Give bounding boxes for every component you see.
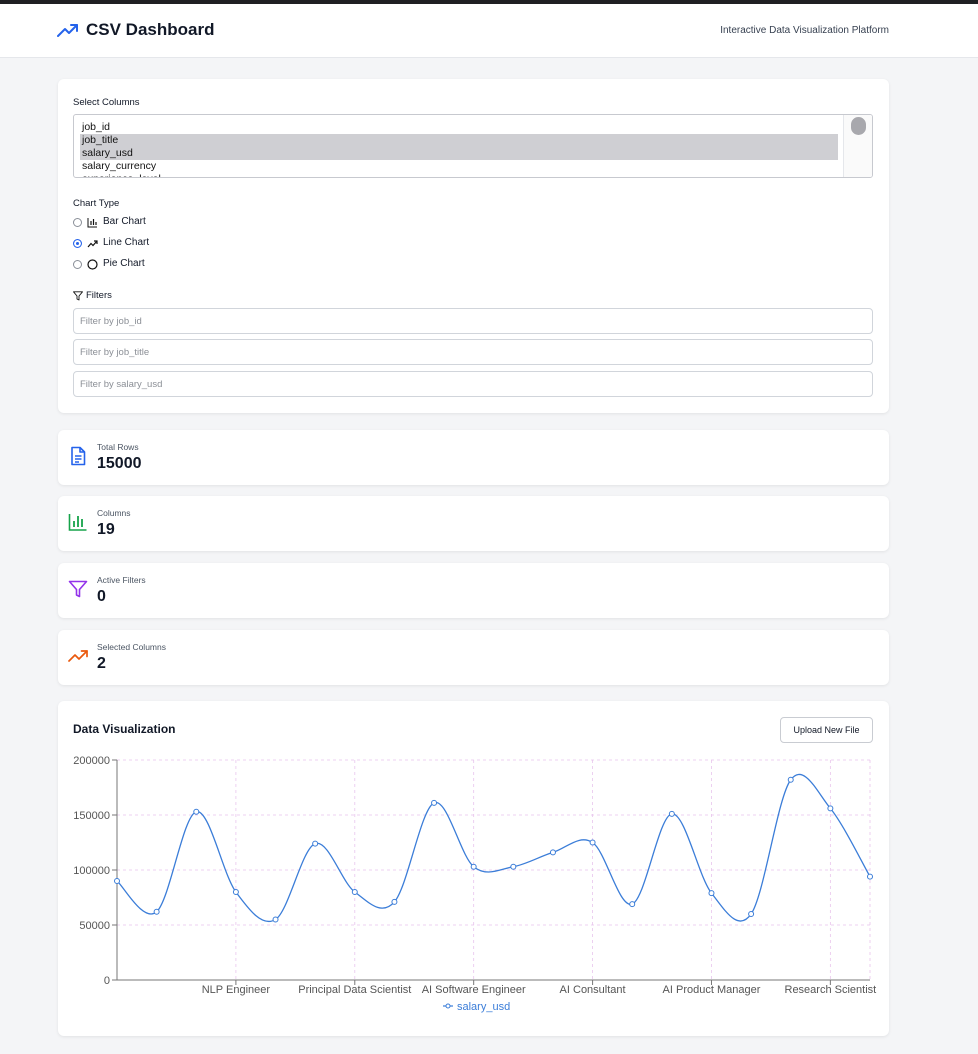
column-option-job-title[interactable]: job_title: [80, 134, 838, 147]
pie-chart-label: Pie Chart: [103, 258, 145, 269]
stat-value: 15000: [97, 455, 142, 472]
x-tick-label: NLP Engineer: [202, 984, 271, 996]
chart-type-label: Chart Type: [73, 198, 120, 209]
data-point: [312, 840, 319, 847]
y-tick-label: 0: [104, 975, 110, 987]
x-tick-label: Principal Data Scientist: [298, 984, 411, 996]
series-line-salary-usd: [116, 773, 871, 923]
file-text-icon: [71, 446, 86, 466]
data-point: [470, 863, 477, 870]
stat-label: Active Filters: [97, 575, 146, 585]
trending-up-icon: [68, 650, 88, 662]
bar-chart-label: Bar Chart: [103, 216, 146, 227]
data-point: [272, 916, 279, 923]
y-tick-label: 200000: [73, 755, 110, 767]
data-point: [153, 908, 160, 915]
x-tick-label: AI Software Engineer: [422, 984, 526, 996]
data-point: [549, 849, 556, 856]
chart-type-line-option[interactable]: Line Chart: [73, 237, 273, 251]
x-tick-label: AI Consultant: [560, 984, 626, 996]
app-header: CSV Dashboard Interactive Data Visualiza…: [0, 4, 978, 58]
trending-up-icon: [57, 24, 78, 37]
chart-type-bar-option[interactable]: Bar Chart: [73, 216, 273, 230]
data-point: [668, 810, 675, 817]
select-columns-label: Select Columns: [73, 97, 140, 108]
stat-label: Total Rows: [97, 442, 139, 452]
circle-icon: [87, 259, 98, 270]
stat-label: Columns: [97, 508, 131, 518]
controls-panel: Select Columns job_id job_title salary_u…: [58, 79, 889, 413]
trending-up-icon: [87, 240, 98, 248]
column-option-salary-currency[interactable]: salary_currency: [80, 160, 838, 173]
y-tick-label: 50000: [79, 920, 110, 932]
bar-chart-icon: [68, 514, 87, 531]
column-option-job-id[interactable]: job_id: [80, 121, 838, 134]
filter-job-title-input[interactable]: [73, 339, 873, 365]
stat-card-total-rows: Total Rows 15000: [58, 430, 889, 485]
data-point: [431, 799, 438, 806]
visualization-panel: Data Visualization Upload New File 0 5000…: [58, 701, 889, 1036]
data-point: [510, 863, 517, 870]
data-point: [708, 890, 715, 897]
app-title: CSV Dashboard: [86, 20, 215, 39]
data-point: [114, 878, 120, 884]
data-point: [867, 873, 873, 880]
stat-value: 2: [97, 655, 106, 672]
data-point: [629, 901, 636, 908]
filter-icon: [73, 291, 83, 301]
columns-multiselect[interactable]: job_id job_title salary_usd salary_curre…: [73, 114, 873, 178]
stat-card-active-filters: Active Filters 0: [58, 563, 889, 618]
stat-value: 19: [97, 521, 115, 538]
x-tick-label: AI Product Manager: [663, 984, 761, 996]
columns-scrollbar[interactable]: [843, 115, 872, 177]
data-point: [351, 889, 358, 895]
line-chart-label: Line Chart: [103, 237, 150, 248]
data-point: [193, 808, 200, 815]
app-subtitle: Interactive Data Visualization Platform: [720, 25, 889, 36]
filter-salary-usd-input[interactable]: [73, 371, 873, 397]
filter-icon: [68, 580, 88, 598]
salary-line-chart: 0 50000 100000 150000 200000 NLP Engineer Prin…: [73, 755, 877, 1013]
column-option-salary-usd[interactable]: salary_usd: [80, 147, 838, 160]
line-chart-radio[interactable]: [73, 239, 82, 248]
data-point: [232, 889, 239, 895]
x-tick-label: Research Scientist: [785, 984, 877, 996]
columns-scrollbar-thumb[interactable]: [851, 117, 866, 135]
data-point: [589, 839, 596, 846]
data-point: [748, 911, 755, 917]
stat-card-selected-columns: Selected Columns 2: [58, 630, 889, 685]
pie-chart-radio[interactable]: [73, 260, 82, 269]
data-point: [787, 776, 794, 783]
stat-card-columns: Columns 19: [58, 496, 889, 551]
data-point: [827, 805, 834, 812]
bar-chart-icon: [87, 218, 97, 228]
filter-job-id-input[interactable]: [73, 308, 873, 334]
stat-value: 0: [97, 588, 106, 605]
y-tick-label: 150000: [73, 810, 110, 822]
legend-point-marker: [445, 1003, 451, 1009]
bar-chart-radio[interactable]: [73, 218, 82, 227]
column-option-experience-level[interactable]: experience_level: [80, 173, 838, 177]
data-point: [391, 898, 398, 905]
stat-label: Selected Columns: [97, 642, 166, 652]
chart-type-pie-option[interactable]: Pie Chart: [73, 258, 273, 272]
y-tick-label: 100000: [73, 865, 110, 877]
legend-label: salary_usd: [457, 1001, 510, 1013]
filters-label: Filters: [86, 290, 112, 301]
